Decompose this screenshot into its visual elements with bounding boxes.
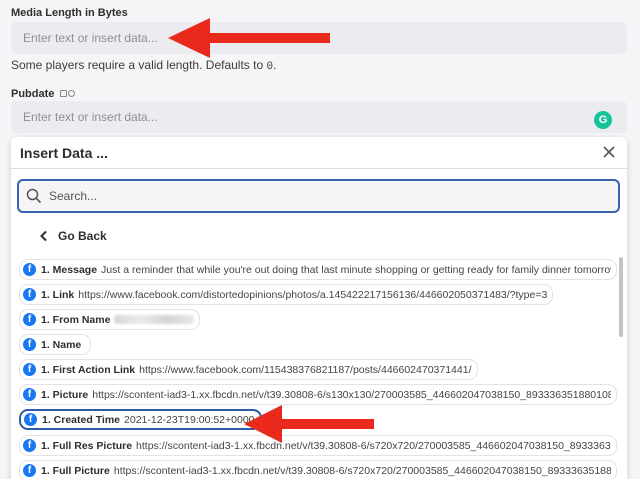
data-item-full-picture[interactable]: f 1. Full Picture https://scontent-iad3-… xyxy=(19,460,617,479)
facebook-icon: f xyxy=(23,288,36,301)
facebook-icon: f xyxy=(23,263,36,276)
pubdate-field[interactable] xyxy=(11,101,627,133)
item-key: 1. Full Res Picture xyxy=(41,439,133,452)
data-item-picture[interactable]: f 1. Picture https://scontent-iad3-1.xx.… xyxy=(19,384,617,405)
data-item-first-action-link[interactable]: f 1. First Action Link https://www.faceb… xyxy=(19,359,478,380)
item-value: https://www.facebook.com/distortedopinio… xyxy=(78,288,548,301)
facebook-icon: f xyxy=(23,464,36,477)
pubdate-label-row: Pubdate xyxy=(11,88,76,100)
grammarly-icon[interactable]: G xyxy=(594,111,612,129)
chevron-left-icon xyxy=(40,230,47,242)
facebook-icon: f xyxy=(24,413,37,426)
item-value: https://www.facebook.com/115438376821187… xyxy=(139,363,472,376)
annotation-arrow-icon xyxy=(168,18,330,58)
item-value: https://scontent-iad3-1.xx.fbcdn.net/v/t… xyxy=(92,388,611,401)
insert-data-title: Insert Data ... xyxy=(20,145,108,161)
pubdate-input[interactable] xyxy=(11,101,627,133)
item-key: 1. First Action Link xyxy=(41,363,136,376)
item-key: 1. Picture xyxy=(41,388,89,401)
facebook-icon: f xyxy=(23,338,36,351)
search-field[interactable] xyxy=(17,179,620,213)
facebook-icon: f xyxy=(23,363,36,376)
item-key: 1. Created Time xyxy=(42,413,121,426)
data-item-created-time[interactable]: f 1. Created Time 2021-12-23T19:00:52+00… xyxy=(19,409,262,430)
search-input[interactable] xyxy=(49,181,609,211)
scrollbar[interactable] xyxy=(619,257,623,337)
item-value: Just a reminder that while you're out do… xyxy=(101,263,611,276)
annotation-arrow-icon xyxy=(244,405,374,443)
pubdate-label: Pubdate xyxy=(11,88,55,100)
helper-suffix: . xyxy=(273,58,277,72)
item-key: 1. Name xyxy=(41,338,82,351)
media-length-helper: Some players require a valid length. Def… xyxy=(11,58,276,73)
item-value: 2021-12-23T19:00:52+0000 xyxy=(124,413,255,426)
item-key: 1. Message xyxy=(41,263,98,276)
pubdate-meta-icons xyxy=(60,88,76,100)
facebook-icon: f xyxy=(23,388,36,401)
go-back-button[interactable]: Go Back xyxy=(38,228,107,244)
item-key: 1. Full Picture xyxy=(41,464,110,477)
item-key: 1. Link xyxy=(41,288,75,301)
data-item-name[interactable]: f 1. Name xyxy=(19,334,92,355)
search-icon xyxy=(26,188,42,204)
facebook-icon: f xyxy=(23,313,36,326)
info-icon xyxy=(68,90,76,98)
insert-data-header: Insert Data ... xyxy=(11,137,627,169)
data-item-message[interactable]: f 1. Message Just a reminder that while … xyxy=(19,259,617,280)
helper-text: Some players require a valid length. Def… xyxy=(11,58,267,72)
data-item-link[interactable]: f 1. Link https://www.facebook.com/disto… xyxy=(19,284,554,305)
close-icon xyxy=(603,146,615,158)
close-button[interactable] xyxy=(601,144,617,160)
item-value: https://scontent-iad3-1.xx.fbcdn.net/v/t… xyxy=(113,464,611,477)
calendar-icon xyxy=(60,90,68,98)
item-key: 1. From Name xyxy=(41,313,111,326)
data-item-from-name[interactable]: f 1. From Name xyxy=(19,309,201,330)
facebook-icon: f xyxy=(23,439,36,452)
media-length-label: Media Length in Bytes xyxy=(11,7,128,19)
go-back-label: Go Back xyxy=(58,229,107,243)
redacted-value xyxy=(114,315,195,324)
